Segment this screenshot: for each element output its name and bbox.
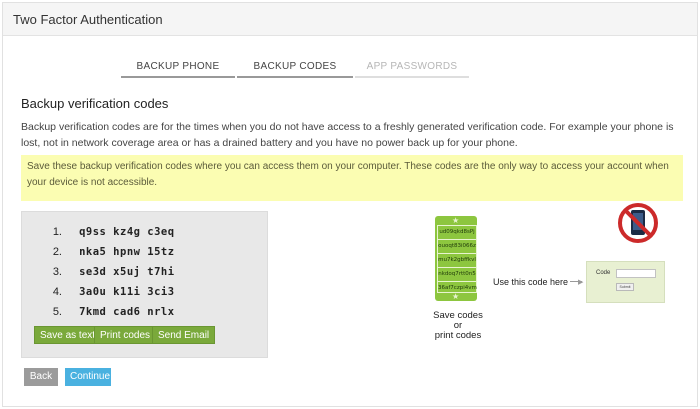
code-value: q9ss kz4g c3eq: [79, 226, 175, 238]
continue-button[interactable]: Continue: [65, 368, 111, 386]
tab-app-passwords-underline: [355, 76, 469, 78]
code-value: 3a0u k11i 3ci3: [79, 286, 175, 298]
save-as-text-button[interactable]: Save as text: [34, 326, 102, 344]
tab-app-passwords[interactable]: APP PASSWORDS: [355, 60, 469, 78]
page-title: Two Factor Authentication: [13, 12, 163, 27]
code-number: 4.: [52, 286, 62, 298]
code-item: 3. se3d x5uj t7hi: [42, 266, 175, 286]
code-item: 5. 7kmd cad6 nrlx: [42, 306, 175, 326]
code-item: 2. nka5 hpnw 15tz: [42, 246, 175, 266]
arrow-head-icon: ▶: [578, 279, 584, 286]
code-item: 1. q9ss kz4g c3eq: [42, 226, 175, 246]
codes-panel: 1. q9ss kz4g c3eq 2. nka5 hpnw 15tz 3. s…: [21, 211, 268, 358]
tab-backup-codes-underline: [237, 76, 353, 78]
notice-box: Save these backup verification codes whe…: [21, 155, 683, 201]
no-phone-icon: [618, 203, 658, 243]
section-description: Backup verification codes are for the ti…: [21, 121, 674, 149]
tab-app-passwords-label: APP PASSWORDS: [366, 61, 458, 72]
codes-list: 1. q9ss kz4g c3eq 2. nka5 hpnw 15tz 3. s…: [42, 226, 175, 326]
sample-code-input: [616, 269, 656, 278]
ticket-code-list: ud09qkd8sPj ouoqt83i066z mu7k2gbffkvl nk…: [437, 225, 477, 293]
sample-submit-button: Submit: [616, 283, 634, 291]
sample-code-form: Code Submit: [586, 261, 665, 303]
code-number: 2.: [52, 246, 62, 258]
tab-backup-codes[interactable]: BACKUP CODES: [237, 60, 353, 78]
tab-backup-phone-label: BACKUP PHONE: [136, 61, 220, 72]
print-codes-button[interactable]: Print codes: [94, 326, 157, 344]
code-value: 7kmd cad6 nrlx: [79, 306, 175, 318]
use-code-label: Use this code here: [493, 277, 569, 287]
tab-backup-codes-label: BACKUP CODES: [253, 61, 337, 72]
ticket-code: nkdoq7rtt0n5: [438, 268, 476, 282]
tab-backup-phone-underline: [121, 76, 235, 78]
code-item: 4. 3a0u k11i 3ci3: [42, 286, 175, 306]
code-number: 1.: [52, 226, 62, 238]
code-ticket-icon: ★ ud09qkd8sPj ouoqt83i066z mu7k2gbffkvl …: [435, 216, 477, 301]
ticket-code: ouoqt83i066z: [438, 240, 476, 254]
code-value: se3d x5uj t7hi: [79, 266, 175, 278]
code-number: 5.: [52, 306, 62, 318]
panel-header: Two Factor Authentication: [3, 3, 697, 36]
two-factor-panel: Two Factor Authentication BACKUP PHONE B…: [2, 2, 698, 407]
send-email-button[interactable]: Send Email: [152, 326, 216, 344]
section-title: Backup verification codes: [21, 96, 169, 111]
ticket-code: ud09qkd8sPj: [438, 226, 476, 240]
code-value: nka5 hpnw 15tz: [79, 246, 175, 258]
back-button[interactable]: Back: [24, 368, 58, 386]
save-codes-caption: Save codes or print codes: [433, 310, 483, 341]
code-number: 3.: [52, 266, 62, 278]
tab-backup-phone[interactable]: BACKUP PHONE: [121, 60, 235, 78]
ticket-code: mu7k2gbffkvl: [438, 254, 476, 268]
backup-codes-illustration: ★ ud09qkd8sPj ouoqt83i066z mu7k2gbffkvl …: [423, 201, 683, 341]
sample-code-label: Code: [596, 270, 611, 276]
